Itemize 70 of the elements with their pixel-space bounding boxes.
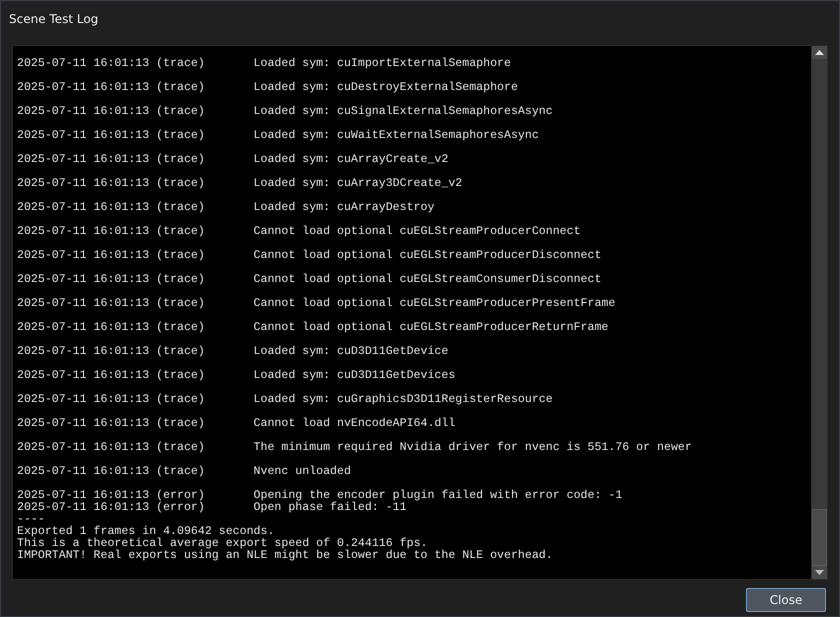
log-message: Opening the encoder plugin failed with error code: -1 [254, 490, 622, 502]
log-level: (trace) [156, 322, 206, 334]
log-message: Cannot load optional cuEGLStreamProducerReturnFrame [254, 322, 608, 334]
log-timestamp: 2025-07-11 16:01:13 [17, 418, 150, 430]
log-level: (trace) [156, 106, 206, 118]
log-timestamp: 2025-07-11 16:01:13 [17, 442, 150, 454]
log-level: (trace) [156, 394, 206, 406]
log-timestamp: 2025-07-11 16:01:13 [17, 298, 150, 310]
log-message: Cannot load optional cuEGLStreamProducerConnect [254, 226, 581, 238]
log-level: (error) [156, 502, 206, 514]
summary-line: ---- [17, 514, 45, 526]
scroll-up-icon[interactable] [815, 50, 824, 55]
log-level: (trace) [156, 442, 206, 454]
log-level: (trace) [156, 466, 206, 478]
log-message: Loaded sym: cuD3D11GetDevice [254, 346, 448, 358]
log-level: (error) [156, 490, 206, 502]
log-level: (trace) [156, 226, 206, 238]
log-message: Open phase failed: -11 [254, 502, 407, 514]
log-level: (trace) [156, 250, 206, 262]
log-message: Cannot load optional cuEGLStreamConsumerDisconnect [254, 274, 602, 286]
log-message: Loaded sym: cuImportExternalSemaphore [254, 58, 511, 70]
log-timestamp: 2025-07-11 16:01:13 [17, 154, 150, 166]
log-timestamp: 2025-07-11 16:01:13 [17, 490, 150, 502]
log-level: (trace) [156, 154, 206, 166]
log-level: (trace) [156, 274, 206, 286]
log-message: Loaded sym: cuSignalExternalSemaphoresAsync [254, 106, 553, 118]
log-timestamp: 2025-07-11 16:01:13 [17, 178, 150, 190]
log-timestamp: 2025-07-11 16:01:13 [17, 82, 150, 94]
log-message: Loaded sym: cuWaitExternalSemaphoresAsync [254, 130, 539, 142]
log-level: (trace) [156, 178, 206, 190]
log-message: Cannot load optional cuEGLStreamProducerPresentFrame [254, 298, 616, 310]
log-message: Loaded sym: cuGraphicsD3D11RegisterResource [254, 394, 553, 406]
log-timestamp: 2025-07-11 16:01:13 [17, 394, 150, 406]
summary-line: Exported 1 frames in 4.09642 seconds. [17, 526, 274, 538]
log-level: (trace) [156, 82, 206, 94]
log-timestamp: 2025-07-11 16:01:13 [17, 502, 150, 514]
log-message: Cannot load nvEncodeAPI64.dll [254, 418, 456, 430]
scrollbar[interactable] [811, 46, 827, 579]
log-timestamp: 2025-07-11 16:01:13 [17, 58, 150, 70]
log-level: (trace) [156, 202, 206, 214]
log-level: (trace) [156, 346, 206, 358]
log-timestamp: 2025-07-11 16:01:13 [17, 130, 150, 142]
scroll-thumb[interactable] [812, 509, 827, 566]
log-timestamp: 2025-07-11 16:01:13 [17, 466, 150, 478]
log-level: (trace) [156, 58, 206, 70]
log-message: Loaded sym: cuDestroyExternalSemaphore [254, 82, 518, 94]
window-title: Scene Test Log [9, 12, 98, 26]
scroll-down-icon[interactable] [815, 570, 824, 575]
log-timestamp: 2025-07-11 16:01:13 [17, 322, 150, 334]
log-level: (trace) [156, 370, 206, 382]
log-timestamp: 2025-07-11 16:01:13 [17, 370, 150, 382]
log-level: (trace) [156, 418, 206, 430]
log-message: Loaded sym: cuArrayCreate_v2 [254, 154, 448, 166]
log-timestamp: 2025-07-11 16:01:13 [17, 202, 150, 214]
log-message: Nvenc unloaded [254, 466, 351, 478]
log-timestamp: 2025-07-11 16:01:13 [17, 250, 150, 262]
log-timestamp: 2025-07-11 16:01:13 [17, 106, 150, 118]
log-level: (trace) [156, 298, 206, 310]
log-message: Loaded sym: cuArray3DCreate_v2 [254, 178, 462, 190]
log-timestamp: 2025-07-11 16:01:13 [17, 226, 150, 238]
log-message: The minimum required Nvidia driver for nvenc is 551.76 or newer [254, 442, 692, 454]
log-message: Loaded sym: cuD3D11GetDevices [254, 370, 456, 382]
log-message: Cannot load optional cuEGLStreamProducerDisconnect [254, 250, 602, 262]
close-button[interactable]: Close [746, 588, 826, 612]
log-timestamp: 2025-07-11 16:01:13 [17, 274, 150, 286]
log-level: (trace) [156, 130, 206, 142]
summary-line: IMPORTANT! Real exports using an NLE might be slower due to the NLE overhead. [17, 550, 553, 562]
log-timestamp: 2025-07-11 16:01:13 [17, 346, 150, 358]
log-message: Loaded sym: cuArrayDestroy [254, 202, 434, 214]
summary-line: This is a theoretical average export speed of 0.244116 fps. [17, 538, 428, 550]
